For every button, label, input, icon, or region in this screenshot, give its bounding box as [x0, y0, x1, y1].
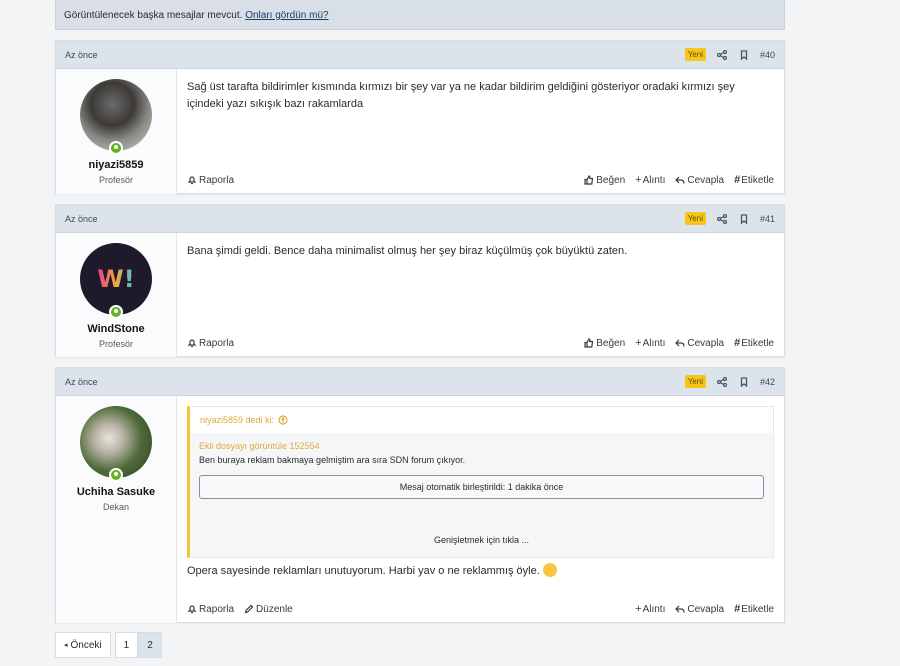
post-time[interactable]: Az önce: [65, 214, 685, 224]
user-info: Uchiha Sasuke Dekan: [56, 396, 177, 623]
post-number[interactable]: #41: [760, 214, 775, 224]
bell-icon: [187, 176, 197, 185]
quote-content: Ekli dosyayı görüntüle 152554 Ben buraya…: [190, 433, 773, 557]
avatar[interactable]: [80, 79, 152, 155]
post-number[interactable]: #42: [760, 377, 775, 387]
like-button[interactable]: Beğen: [584, 338, 625, 349]
edit-button[interactable]: Düzenle: [244, 604, 293, 615]
quote-button[interactable]: + Alıntı: [635, 603, 665, 615]
post-time[interactable]: Az önce: [65, 50, 685, 60]
username[interactable]: Uchiha Sasuke: [77, 486, 155, 498]
message-area: niyazi5859 dedi ki: Ekli dosyayı görüntü…: [177, 396, 784, 623]
online-indicator-icon: [109, 141, 123, 155]
reply-icon: [675, 339, 685, 347]
bookmark-icon[interactable]: [738, 376, 750, 388]
reply-button[interactable]: Cevapla: [675, 338, 724, 349]
like-button[interactable]: Beğen: [584, 175, 625, 186]
quote-block: niyazi5859 dedi ki: Ekli dosyayı görüntü…: [187, 406, 774, 558]
avatar[interactable]: [80, 406, 152, 482]
tag-button[interactable]: # Etiketle: [734, 603, 774, 615]
thumbs-up-icon: [584, 175, 594, 185]
new-badge: Yeni: [684, 375, 706, 388]
post: Az önce Yeni #41 W! WindStone Profesör B…: [55, 204, 785, 357]
post-number[interactable]: #40: [760, 50, 775, 60]
attachment-link[interactable]: Ekli dosyayı görüntüle 152554: [199, 441, 764, 451]
pagination: ◂ Önceki 1 2: [55, 632, 162, 658]
report-button[interactable]: Raporla: [187, 175, 234, 186]
expand-link[interactable]: Genişletmek için tıkla ...: [199, 499, 764, 551]
arrow-up-circle-icon: [278, 415, 288, 425]
reply-button[interactable]: Cevapla: [675, 175, 724, 186]
plus-icon: +: [635, 337, 642, 349]
post-header: Az önce Yeni #42: [56, 368, 784, 396]
username[interactable]: WindStone: [87, 323, 144, 335]
thumbs-up-icon: [584, 338, 594, 348]
user-title: Dekan: [102, 502, 129, 512]
post: Az önce Yeni #40 niyazi5859 Profesör Sağ…: [55, 40, 785, 194]
bell-icon: [187, 339, 197, 348]
message-text: Sağ üst tarafta bildirimler kısmında kır…: [187, 81, 735, 110]
report-button[interactable]: Raporla: [187, 604, 234, 615]
new-badge: Yeni: [684, 48, 706, 61]
bookmark-icon[interactable]: [738, 213, 750, 225]
chevron-left-icon: ◂: [64, 642, 68, 649]
message-text: Opera sayesinde reklamları unutuyorum. H…: [187, 563, 774, 580]
notice-link[interactable]: Onları gördün mü?: [245, 10, 328, 21]
post-header: Az önce Yeni #41: [56, 205, 784, 233]
post: Az önce Yeni #42 Uchiha Sasuke Dekan niy…: [55, 367, 785, 623]
grin-sweat-emoji-icon: [542, 563, 557, 577]
quote-author[interactable]: niyazi5859 dedi ki:: [190, 407, 773, 433]
post-actions: Raporla Beğen + Alıntı Cevapla # Etiketle: [187, 337, 774, 349]
message-area: Bana şimdi geldi. Bence daha minimalist …: [177, 233, 784, 357]
reply-button[interactable]: Cevapla: [675, 604, 724, 615]
prev-page-button[interactable]: ◂ Önceki: [55, 632, 111, 658]
user-title: Profesör: [98, 339, 133, 349]
username[interactable]: niyazi5859: [88, 159, 143, 171]
message-text: Bana şimdi geldi. Bence daha minimalist …: [187, 245, 628, 257]
quote-button[interactable]: + Alıntı: [635, 337, 665, 349]
user-title: Profesör: [98, 175, 133, 185]
post-actions: Raporla Beğen + Alıntı Cevapla # Etiketle: [187, 174, 774, 186]
hashtag-icon: #: [734, 603, 741, 615]
post-time[interactable]: Az önce: [65, 377, 685, 387]
avatar[interactable]: W!: [80, 243, 152, 319]
bell-icon: [187, 605, 197, 614]
report-button[interactable]: Raporla: [187, 338, 234, 349]
quote-button[interactable]: + Alıntı: [635, 174, 665, 186]
user-info: W! WindStone Profesör: [56, 233, 177, 357]
tag-button[interactable]: # Etiketle: [734, 337, 774, 349]
post-actions: Raporla Düzenle + Alıntı Cevapla # Etiketl…: [187, 603, 774, 615]
reply-icon: [675, 176, 685, 184]
post-header: Az önce Yeni #40: [56, 41, 784, 69]
pencil-icon: [244, 604, 254, 614]
more-messages-notice: Görüntülenecek başka mesajlar mevcut. On…: [55, 0, 785, 30]
plus-icon: +: [635, 174, 642, 186]
plus-icon: +: [635, 603, 642, 615]
merged-notice: Mesaj otomatik birleştirildi: 1 dakika ö…: [199, 475, 764, 499]
user-info: niyazi5859 Profesör: [56, 69, 177, 194]
bookmark-icon[interactable]: [738, 49, 750, 61]
windstone-logo: W!: [97, 265, 135, 293]
online-indicator-icon: [109, 305, 123, 319]
page-1-button[interactable]: 1: [114, 632, 139, 658]
share-icon[interactable]: [716, 49, 728, 61]
share-icon[interactable]: [716, 376, 728, 388]
tag-button[interactable]: # Etiketle: [734, 174, 774, 186]
notice-text: Görüntülenecek başka mesajlar mevcut.: [64, 10, 243, 21]
page-2-button[interactable]: 2: [138, 632, 162, 658]
hashtag-icon: #: [734, 337, 741, 349]
share-icon[interactable]: [716, 213, 728, 225]
hashtag-icon: #: [734, 174, 741, 186]
message-area: Sağ üst tarafta bildirimler kısmında kır…: [177, 69, 784, 194]
quote-text: Ben buraya reklam bakmaya gelmiştim ara …: [199, 455, 466, 465]
reply-icon: [675, 605, 685, 613]
new-badge: Yeni: [684, 212, 706, 225]
online-indicator-icon: [109, 468, 123, 482]
